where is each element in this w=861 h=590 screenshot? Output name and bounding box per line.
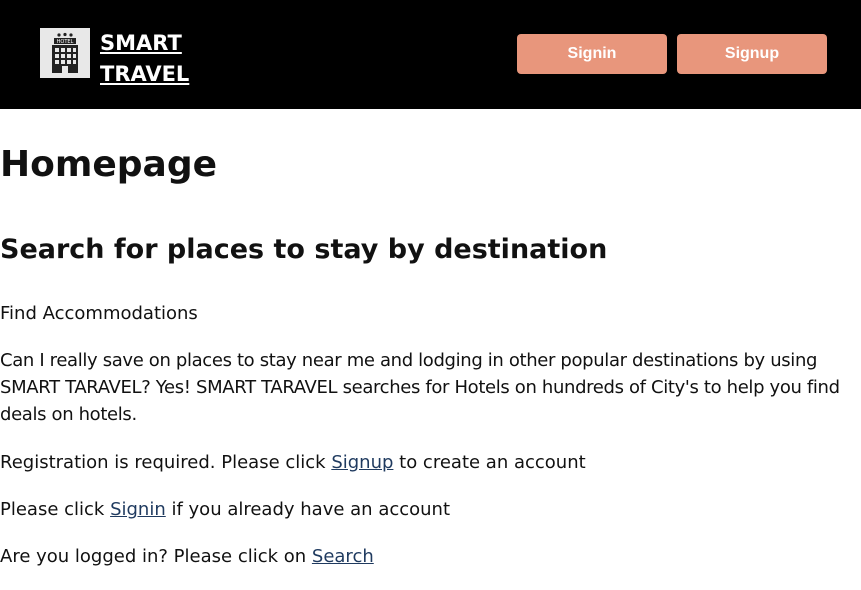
signin-link[interactable]: Signin <box>110 499 166 520</box>
registration-text-after: to create an account <box>393 452 586 473</box>
page-subtitle: Search for places to stay by destination <box>0 234 608 265</box>
search-paragraph: Are you logged in? Please click on Searc… <box>0 543 861 570</box>
signin-text-after: if you already have an account <box>165 499 451 520</box>
brand-home-link[interactable]: HOTEL SMART TRAVEL <box>40 28 189 90</box>
signup-button[interactable]: Signup <box>677 34 827 74</box>
signin-paragraph: Please click Signin if you already have … <box>0 496 861 523</box>
hotel-sign-text: HOTEL <box>57 39 74 45</box>
signin-button[interactable]: Signin <box>517 34 667 74</box>
find-accommodations-text: Find Accommodations <box>0 303 198 324</box>
brand-name: SMART TRAVEL <box>100 28 189 90</box>
hotel-building-icon: HOTEL <box>40 28 90 78</box>
brand-line-1: SMART <box>100 31 182 55</box>
search-text-before: Are you logged in? Please click on <box>0 546 312 567</box>
signup-link[interactable]: Signup <box>331 452 393 473</box>
description-paragraph: Can I really save on places to stay near… <box>0 350 840 425</box>
registration-text-before: Registration is required. Please click <box>0 452 332 473</box>
top-navbar: HOTEL SMART TRAVEL Signin Signup <box>0 0 861 109</box>
search-link[interactable]: Search <box>312 546 374 567</box>
page-title: Homepage <box>0 144 218 185</box>
signin-text-before: Please click <box>0 499 111 520</box>
registration-paragraph: Registration is required. Please click S… <box>0 449 861 476</box>
brand-line-2: TRAVEL <box>100 62 190 86</box>
